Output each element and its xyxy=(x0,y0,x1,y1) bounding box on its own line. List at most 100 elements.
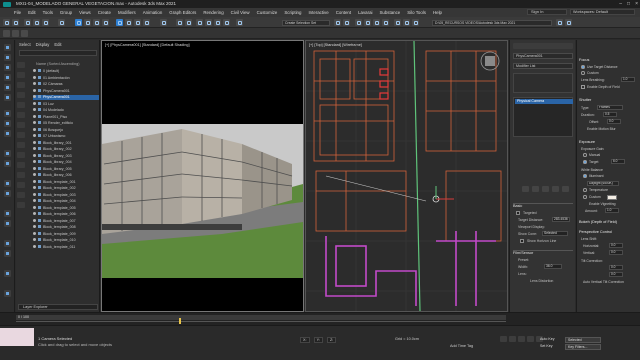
menu-tools[interactable]: Tools xyxy=(43,10,53,15)
vertical-field[interactable]: 0.0 xyxy=(609,250,623,255)
select-by-name-icon[interactable] xyxy=(84,19,91,26)
material-editor-icon[interactable] xyxy=(382,19,389,26)
menu-silo-tools[interactable]: Silo Tools xyxy=(407,10,426,15)
target-ev-field[interactable]: 6.0 xyxy=(611,159,625,164)
visibility-icon[interactable] xyxy=(33,69,36,72)
visibility-icon[interactable] xyxy=(33,82,36,85)
scene-row[interactable]: Block_template_002 xyxy=(33,186,99,191)
visibility-icon[interactable] xyxy=(33,134,36,137)
menu-animation[interactable]: Animation xyxy=(143,10,163,15)
show-cone-dropdown[interactable]: Selected xyxy=(542,231,568,236)
snap-toggle-icon[interactable] xyxy=(196,19,203,26)
scene-row[interactable]: Plane001_Piso xyxy=(33,114,99,120)
align-icon[interactable] xyxy=(343,19,350,26)
perspective-rollout-header[interactable]: Perspective Control xyxy=(579,230,637,235)
visibility-icon[interactable] xyxy=(33,108,36,111)
stack-item-physical-camera[interactable]: Physical Camera xyxy=(515,99,573,104)
visibility-icon[interactable] xyxy=(33,205,36,209)
pivot-center-icon[interactable] xyxy=(176,19,183,26)
scene-row[interactable]: 03 Luz xyxy=(33,101,99,107)
menu-help[interactable]: Help xyxy=(433,10,442,15)
project-folder-icon[interactable] xyxy=(565,19,572,26)
y-coordinate[interactable]: Y: xyxy=(313,337,323,343)
scene-row[interactable]: PhysCamera001 xyxy=(33,88,99,94)
spinner-snap-icon[interactable] xyxy=(223,19,230,26)
target-radio[interactable] xyxy=(583,160,587,164)
scene-row[interactable]: 05 Render_edificio xyxy=(33,121,99,126)
rendered-frame-icon[interactable] xyxy=(403,19,410,26)
visibility-icon[interactable] xyxy=(33,101,36,105)
scene-row[interactable]: Block_template_001 xyxy=(33,179,99,185)
maximize-icon[interactable]: □ xyxy=(627,1,630,7)
auto-key-button[interactable]: Auto Key xyxy=(540,337,555,341)
menu-customize[interactable]: Customize xyxy=(257,10,278,15)
reference-coordinate-icon[interactable] xyxy=(160,19,167,26)
project-path-dropdown[interactable]: D:\05_RECURSOS VIDEOS\Autodesk 3ds Max 2… xyxy=(432,20,552,26)
undo-icon[interactable] xyxy=(3,19,10,26)
scene-row[interactable]: 04 Modelado xyxy=(33,108,99,113)
display-bones-icon[interactable] xyxy=(17,172,25,178)
scene-row[interactable]: Block_template_003 xyxy=(33,192,99,198)
visibility-icon[interactable] xyxy=(33,140,36,144)
grid-icon[interactable] xyxy=(4,190,11,197)
scene-row[interactable]: Block_template_006 xyxy=(33,212,99,217)
ribbon-toggle-icon[interactable] xyxy=(3,30,10,37)
shutter-type-dropdown[interactable]: Frames xyxy=(597,105,623,110)
menu-substance[interactable]: Substance xyxy=(380,10,401,15)
tab-display[interactable]: Display xyxy=(36,42,50,47)
visibility-icon[interactable] xyxy=(33,147,36,150)
display-lights-icon[interactable] xyxy=(17,112,25,118)
scene-row[interactable]: Block_library_006 xyxy=(33,173,99,178)
object-name-field[interactable]: PhysCamera001 xyxy=(513,53,573,59)
x-coordinate[interactable]: X: xyxy=(300,337,310,343)
snap-icon[interactable] xyxy=(4,180,11,187)
visibility-icon[interactable] xyxy=(33,75,36,79)
tilt-vertical-field[interactable]: 0.0 xyxy=(609,272,623,277)
scene-row[interactable]: Block_template_004 xyxy=(33,199,99,204)
add-time-tag[interactable]: Add Time Tag xyxy=(450,344,473,348)
menu-group[interactable]: Group xyxy=(60,10,72,15)
mirror-icon[interactable] xyxy=(334,19,341,26)
top-viewport[interactable]: [+] [Top] [Standard] [Wireframe] xyxy=(305,40,508,312)
create-icon[interactable] xyxy=(4,44,11,51)
camera-icon[interactable] xyxy=(4,220,11,227)
display-cameras-icon[interactable] xyxy=(17,122,25,128)
maxscript-listener[interactable] xyxy=(0,328,34,346)
edit-named-selection-icon[interactable] xyxy=(236,19,243,26)
visibility-icon[interactable] xyxy=(33,114,36,118)
window-crossing-icon[interactable] xyxy=(102,19,109,26)
target-distance-field[interactable]: 283.4536 xyxy=(552,217,570,222)
systems-icon[interactable] xyxy=(4,270,11,277)
show-horizon-checkbox[interactable] xyxy=(520,239,524,243)
select-and-move-icon[interactable] xyxy=(116,19,123,26)
column-header[interactable]: Name (Sorted Ascending) xyxy=(36,62,79,66)
menu-scripting[interactable]: Scripting xyxy=(284,10,301,15)
spacewarps-icon[interactable] xyxy=(4,250,11,257)
targeted-checkbox[interactable] xyxy=(516,211,520,215)
focus-rollout-header[interactable]: Focus xyxy=(579,58,637,63)
display-hidden-icon[interactable] xyxy=(17,202,25,208)
set-key-button[interactable]: Set Key xyxy=(540,344,553,348)
sign-in-dropdown[interactable]: Sign In xyxy=(527,9,567,15)
menu-edit[interactable]: Edit xyxy=(28,10,36,15)
visibility-icon[interactable] xyxy=(33,173,36,176)
utilities-icon[interactable] xyxy=(4,94,11,101)
duration-field[interactable]: 0.5 xyxy=(603,112,617,117)
visibility-icon[interactable] xyxy=(33,88,36,92)
modifier-list-dropdown[interactable]: Modifier List xyxy=(513,63,573,69)
lens-breathing-field[interactable]: 1.0 xyxy=(621,77,635,82)
width-field[interactable]: 36.0 xyxy=(544,264,562,269)
freeform-icon[interactable] xyxy=(4,110,11,117)
display-shapes-icon[interactable] xyxy=(17,102,25,108)
layer-explorer-dropdown[interactable]: Layer Explorer xyxy=(18,304,98,310)
use-target-distance-radio[interactable] xyxy=(581,65,585,69)
scene-row[interactable]: 01 Ambientación xyxy=(33,75,99,81)
minimize-icon[interactable]: – xyxy=(619,1,622,7)
visibility-icon[interactable] xyxy=(33,192,36,196)
menu-views[interactable]: Views xyxy=(79,10,91,15)
keyboard-shortcut-icon[interactable] xyxy=(185,19,192,26)
tab-select[interactable]: Select xyxy=(19,42,31,47)
keyframe-marker[interactable] xyxy=(179,318,181,324)
scene-row[interactable]: Block_template_005 xyxy=(33,205,99,211)
menu-modifiers[interactable]: Modifiers xyxy=(118,10,136,15)
